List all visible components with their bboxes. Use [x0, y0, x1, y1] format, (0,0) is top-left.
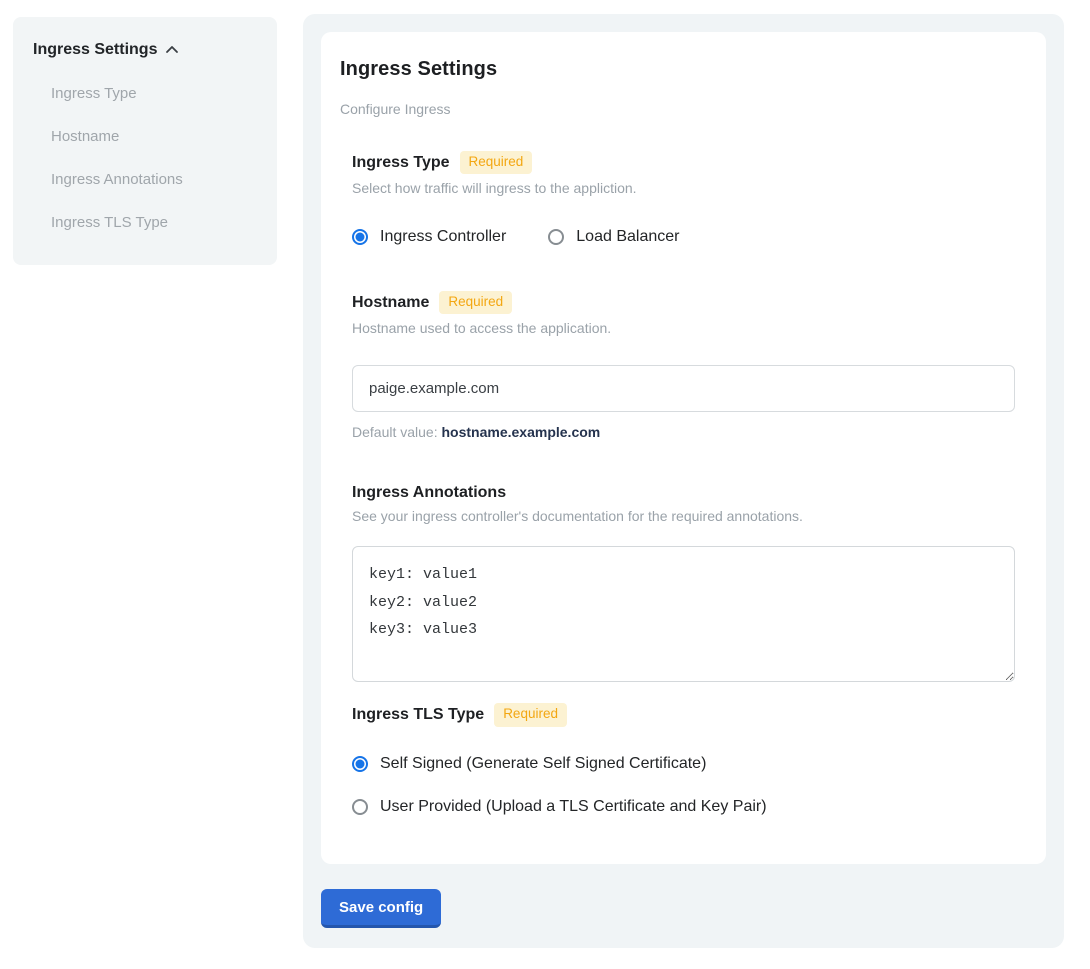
radio-ingress-controller[interactable]: Ingress Controller: [352, 228, 506, 246]
radio-user-provided[interactable]: User Provided (Upload a TLS Certificate …: [352, 798, 1016, 816]
radio-load-balancer-circle[interactable]: [548, 229, 564, 245]
radio-user-provided-label: User Provided (Upload a TLS Certificate …: [380, 798, 767, 816]
sidebar-item-ingress-type[interactable]: Ingress Type: [51, 85, 257, 102]
section-ingress-tls-type: Ingress TLS Type Required Self Signed (G…: [352, 703, 1016, 815]
section-hostname: Hostname Required Hostname used to acces…: [352, 291, 1016, 440]
radio-self-signed-circle[interactable]: [352, 756, 368, 772]
ingress-type-description: Select how traffic will ingress to the a…: [352, 180, 1016, 196]
hostname-description: Hostname used to access the application.: [352, 320, 1016, 336]
required-badge: Required: [494, 703, 567, 726]
radio-user-provided-circle[interactable]: [352, 799, 368, 815]
sidebar: Ingress Settings Ingress Type Hostname I…: [13, 17, 277, 265]
radio-self-signed[interactable]: Self Signed (Generate Self Signed Certif…: [352, 755, 1016, 773]
sidebar-section-toggle[interactable]: Ingress Settings: [33, 41, 257, 59]
section-ingress-annotations: Ingress Annotations See your ingress con…: [352, 484, 1016, 682]
page-title: Ingress Settings: [340, 58, 1016, 81]
section-ingress-type: Ingress Type Required Select how traffic…: [352, 151, 1016, 246]
sidebar-title: Ingress Settings: [33, 41, 157, 59]
required-badge: Required: [460, 151, 533, 174]
radio-ingress-controller-circle[interactable]: [352, 229, 368, 245]
ingress-type-heading: Ingress Type: [352, 154, 450, 172]
sidebar-item-ingress-tls-type[interactable]: Ingress TLS Type: [51, 214, 257, 231]
radio-self-signed-label: Self Signed (Generate Self Signed Certif…: [380, 755, 706, 773]
hostname-default-host: hostname.example.com: [442, 424, 601, 440]
radio-load-balancer[interactable]: Load Balancer: [548, 228, 679, 246]
sidebar-item-hostname[interactable]: Hostname: [51, 128, 257, 145]
radio-load-balancer-label: Load Balancer: [576, 228, 679, 246]
hostname-input[interactable]: [352, 365, 1015, 412]
hostname-default-label: Default value:: [352, 424, 442, 440]
hostname-heading: Hostname: [352, 294, 429, 312]
page-subtitle: Configure Ingress: [340, 101, 1016, 117]
ingress-annotations-textarea[interactable]: key1: value1 key2: value2 key3: value3: [352, 546, 1015, 682]
ingress-annotations-description: See your ingress controller's documentat…: [352, 508, 1016, 524]
sidebar-item-ingress-annotations[interactable]: Ingress Annotations: [51, 171, 257, 188]
radio-ingress-controller-label: Ingress Controller: [380, 228, 506, 246]
chevron-up-icon: [165, 43, 179, 57]
page: Ingress Settings Ingress Type Hostname I…: [0, 0, 1090, 969]
settings-card: Ingress Settings Configure Ingress Ingre…: [321, 32, 1046, 864]
required-badge: Required: [439, 291, 512, 314]
ingress-tls-type-heading: Ingress TLS Type: [352, 706, 484, 724]
save-config-button[interactable]: Save config: [321, 889, 441, 928]
hostname-default-value: Default value: hostname.example.com: [352, 424, 1016, 440]
settings-panel: Ingress Settings Configure Ingress Ingre…: [303, 14, 1064, 948]
ingress-annotations-heading: Ingress Annotations: [352, 484, 506, 502]
